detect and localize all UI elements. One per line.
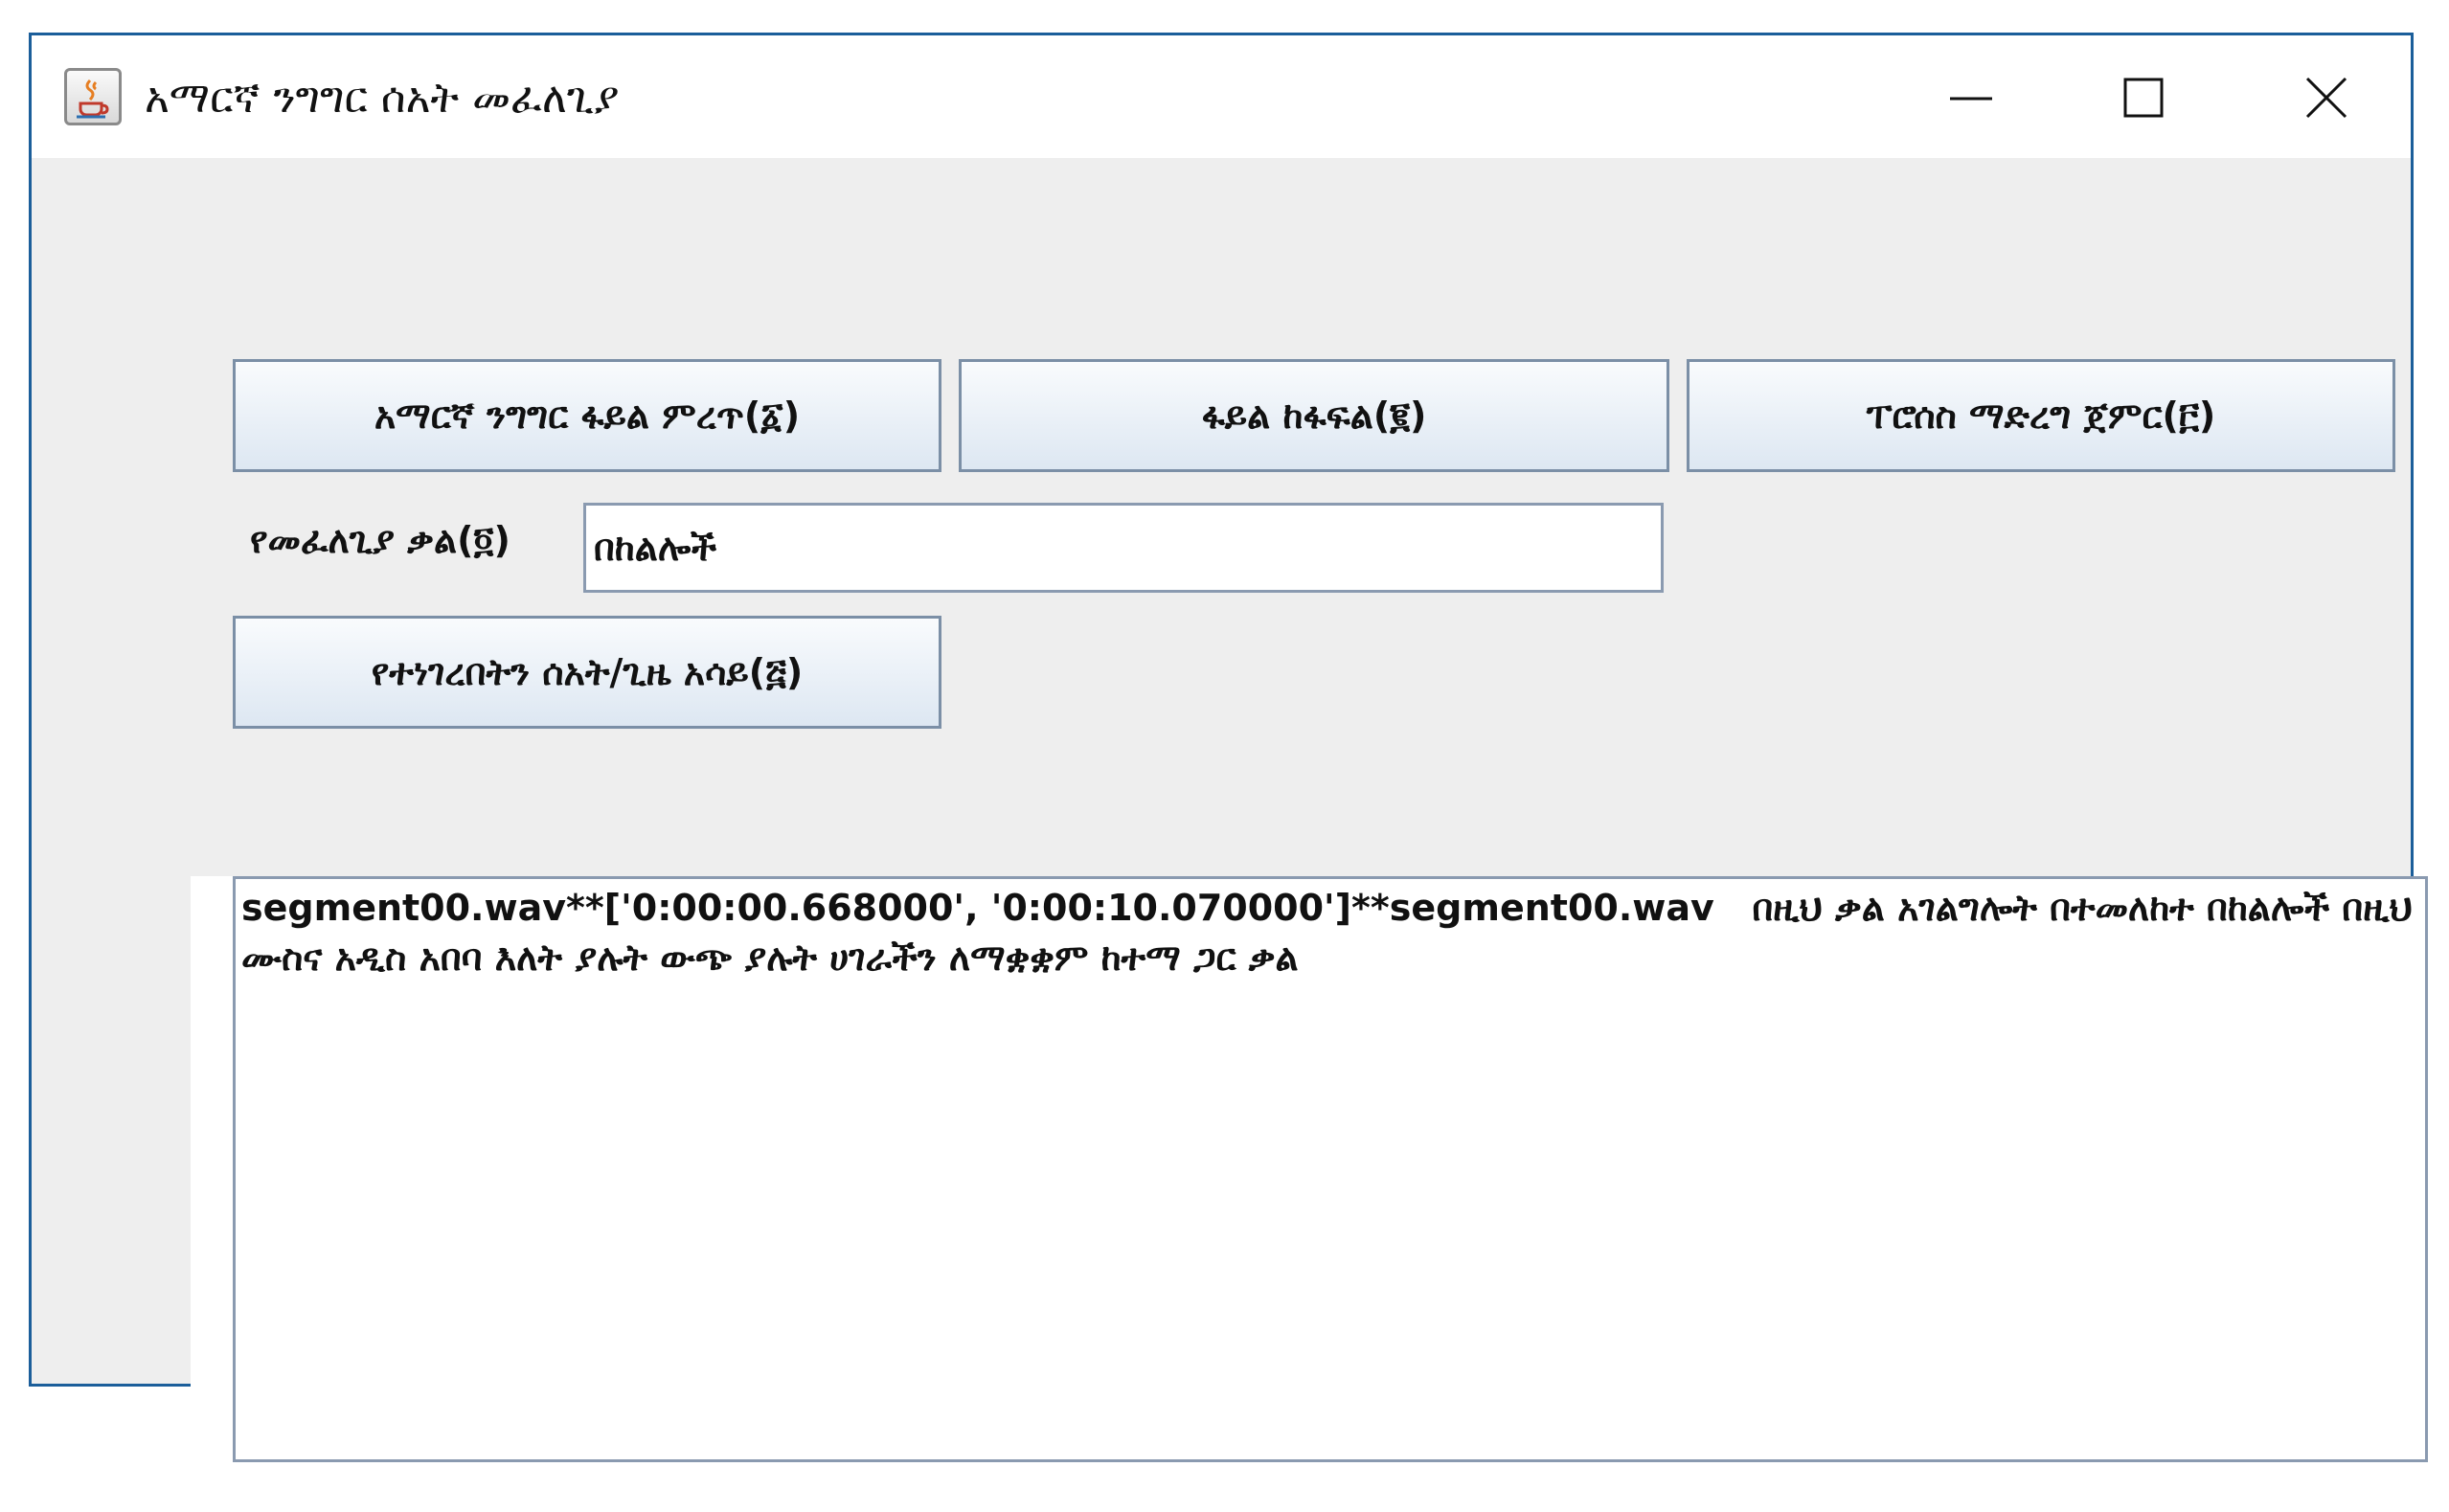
close-icon — [2305, 77, 2347, 119]
app-window: አማርኛ ንግግር ሰአት መፈለጊያ አማርኛ ንግግር ፋይል ምረጥ(፩)… — [29, 33, 2428, 1512]
result-textarea[interactable]: segment00.wav**['0:00:00.668000', '0:00:… — [233, 876, 2428, 1462]
minimize-icon — [1950, 97, 1992, 101]
window-title: አማርኛ ንግግር ሰአት መፈለጊያ — [145, 74, 620, 123]
close-button[interactable] — [2273, 55, 2378, 141]
minimize-button[interactable] — [1918, 55, 2024, 141]
title-bar[interactable]: አማርኛ ንግግር ሰአት መፈለጊያ — [32, 35, 2411, 158]
choose-audio-file-button[interactable]: አማርኛ ንግግር ፋይል ምረጥ(፩) — [233, 359, 941, 472]
search-term-label: የመፈለጊያ ቃል(፬) — [250, 519, 510, 561]
java-cup-icon — [64, 68, 122, 125]
maximize-icon — [2123, 78, 2164, 118]
content-panel: አማርኛ ንግግር ፋይል ምረጥ(፩) ፋይል ከፋፍል(፪) ፐሮሰስ ማድ… — [32, 158, 2428, 1512]
start-processing-button[interactable]: ፐሮሰስ ማድረግ ጀምር(፫) — [1687, 359, 2395, 472]
search-term-input[interactable] — [583, 503, 1664, 593]
maximize-button[interactable] — [2091, 55, 2196, 141]
split-file-button[interactable]: ፋይል ከፋፍል(፪) — [959, 359, 1669, 472]
show-spoken-time-button[interactable]: የተነገረበትን ሰአት/ጊዜ አሳይ(፭) — [233, 616, 941, 729]
